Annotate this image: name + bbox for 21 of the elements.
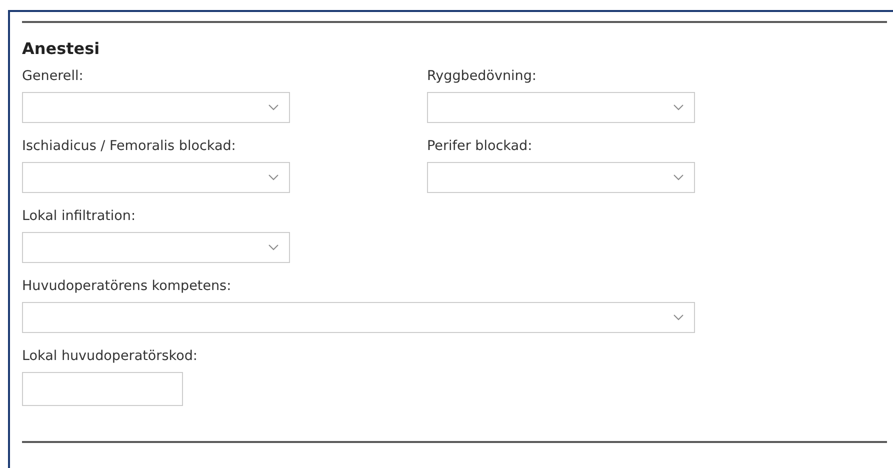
chevron-down-icon [673,314,684,321]
field-label: Lokal infiltration: [22,208,137,224]
input-field[interactable] [22,372,183,406]
chevron-down-icon [268,174,279,181]
dropdown[interactable] [427,92,695,123]
section-title: Anestesi [22,39,100,58]
dropdown[interactable] [22,302,695,333]
dropdown[interactable] [22,92,290,123]
chevron-down-icon [268,244,279,251]
field-label: Lokal huvudoperatörskod: [22,348,198,364]
dropdown[interactable] [22,162,290,193]
chevron-down-icon [673,174,684,181]
field-label: Generell: [22,68,84,84]
field-label: Huvudoperatörens kompetens: [22,278,232,294]
chevron-down-icon [673,104,684,111]
dropdown[interactable] [427,162,695,193]
dropdown[interactable] [22,232,290,263]
field-label: Ryggbedövning: [427,68,538,84]
field-label: Perifer blockad: [427,138,534,154]
chevron-down-icon [268,104,279,111]
field-label: Ischiadicus / Femoralis blockad: [22,138,237,154]
